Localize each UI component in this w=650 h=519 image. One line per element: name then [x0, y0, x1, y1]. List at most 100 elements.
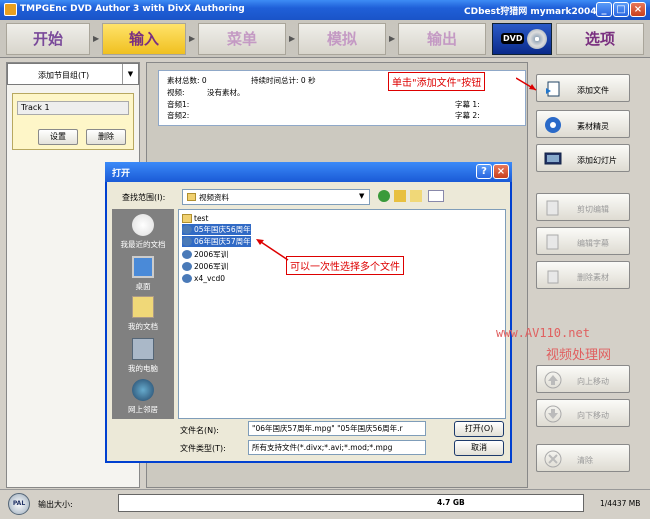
- subtitle2-label: 字幕 2:: [455, 111, 480, 120]
- video-file-icon: [182, 274, 192, 283]
- help-button[interactable]: ?: [476, 164, 492, 179]
- cut-edit-button[interactable]: 剪切编辑: [536, 193, 630, 221]
- audio2-label: 音频2:: [167, 111, 190, 120]
- edit-subtitle-button[interactable]: 编辑字幕: [536, 227, 630, 255]
- filetype-select[interactable]: 所有支持文件(*.divx;*.avi;*.mod;*.mpg: [248, 440, 426, 455]
- tab-input[interactable]: 输入: [102, 23, 186, 55]
- close-button[interactable]: ×: [630, 2, 646, 17]
- audio1-label: 音频1:: [167, 100, 190, 109]
- video-file-icon: [182, 225, 192, 234]
- track-name-field[interactable]: Track 1: [17, 101, 129, 115]
- clip-wizard-button[interactable]: 素材精灵: [536, 110, 630, 138]
- recent-documents-icon: [132, 214, 154, 236]
- video-file-icon: [182, 262, 192, 271]
- output-size-bar: 4.7 GB: [118, 494, 584, 512]
- slideshow-icon: [544, 152, 562, 165]
- clips-count: 素材总数: 0: [167, 76, 207, 85]
- brand-text: CDbest狩猎网 mymark2004: [464, 7, 597, 17]
- output-size-label: 输出大小:: [38, 500, 73, 509]
- subtitle1-label: 字幕 1:: [455, 100, 480, 109]
- dialog-title: 打开: [112, 169, 131, 179]
- tab-output[interactable]: 输出: [398, 23, 486, 55]
- filename-label: 文件名(N):: [180, 426, 219, 435]
- desktop-icon: [132, 256, 154, 278]
- my-documents-icon: [132, 296, 154, 318]
- video-value: 没有素材。: [207, 88, 245, 97]
- tab-preview[interactable]: 模拟: [298, 23, 386, 55]
- tab-menu[interactable]: 菜单: [198, 23, 286, 55]
- duration-total: 持续时间总计: 0 秒: [251, 76, 316, 85]
- step-arrow-icon: ▶: [389, 34, 396, 43]
- place-recent[interactable]: 我最近的文档: [112, 214, 174, 250]
- title-bar: TMPGEnc DVD Author 3 with DivX Authoring…: [0, 0, 650, 20]
- view-menu-icon[interactable]: [428, 190, 444, 202]
- new-folder-icon[interactable]: [410, 190, 422, 202]
- delete-clip-button[interactable]: 删除素材: [536, 261, 630, 289]
- add-file-icon: [546, 81, 560, 97]
- subtitle-icon: [546, 234, 559, 250]
- place-my-computer[interactable]: 我的电脑: [112, 338, 174, 374]
- move-up-button[interactable]: 向上移动: [536, 365, 630, 393]
- look-in-select[interactable]: 视频资料 ▼: [182, 189, 370, 205]
- watermark-name: 视频处理网: [546, 348, 612, 363]
- step-arrow-icon: ▶: [93, 34, 100, 43]
- trash-icon: [547, 270, 559, 284]
- add-slideshow-button[interactable]: 添加幻灯片: [536, 144, 630, 172]
- clear-icon: [544, 450, 562, 468]
- tab-options[interactable]: 选项: [556, 23, 644, 55]
- add-title-select[interactable]: 添加节目组(T) ▼: [7, 63, 139, 85]
- window-title: TMPGEnc DVD Author 3 with DivX Authoring: [20, 4, 245, 14]
- look-in-label: 查找范围(I):: [122, 193, 166, 202]
- place-desktop[interactable]: 桌面: [112, 256, 174, 292]
- capacity-label: 4.7 GB: [437, 498, 465, 507]
- move-down-button[interactable]: 向下移动: [536, 399, 630, 427]
- disc-icon: [527, 29, 547, 49]
- clear-button[interactable]: 清除: [536, 444, 630, 472]
- filename-input[interactable]: "06年国庆57周年.mpg" "05年国庆56周年.r: [248, 421, 426, 436]
- folder-icon: [182, 214, 192, 223]
- dialog-close-button[interactable]: ×: [493, 164, 509, 179]
- step-arrow-icon: ▶: [289, 34, 296, 43]
- settings-button[interactable]: 设置: [38, 129, 78, 145]
- place-my-documents[interactable]: 我的文档: [112, 296, 174, 332]
- video-file-icon: [182, 237, 192, 246]
- hint-arrow: [516, 77, 537, 91]
- chevron-down-icon[interactable]: ▼: [122, 64, 138, 84]
- video-label: 视频:: [167, 88, 185, 97]
- app-icon: [4, 3, 17, 16]
- folder-icon: [187, 193, 196, 201]
- place-network[interactable]: 网上邻居: [112, 379, 174, 415]
- add-file-hint: 单击"添加文件"按钮: [388, 72, 486, 91]
- list-item[interactable]: 2006军训: [182, 249, 228, 260]
- my-computer-icon: [132, 338, 154, 360]
- tab-start[interactable]: 开始: [6, 23, 90, 55]
- list-item[interactable]: 06年国庆57周年: [182, 236, 251, 247]
- dialog-title-bar: 打开 ? ×: [105, 162, 512, 182]
- video-file-icon: [182, 250, 192, 259]
- maximize-button[interactable]: □: [613, 2, 629, 17]
- list-item[interactable]: test: [182, 213, 208, 224]
- list-item[interactable]: 2006军训: [182, 261, 228, 272]
- network-icon: [132, 379, 154, 401]
- delete-track-button[interactable]: 删除: [86, 129, 126, 145]
- wizard-disc-icon: [545, 117, 561, 133]
- hint-arrow: [256, 239, 289, 261]
- cancel-button[interactable]: 取消: [454, 440, 504, 456]
- step-nav: 开始 ▶ 输入 ▶ 菜单 ▶ 模拟 ▶ 输出 DVD 选项: [0, 20, 650, 58]
- list-item[interactable]: 05年国庆56周年: [182, 224, 251, 235]
- open-button[interactable]: 打开(O): [454, 421, 504, 437]
- back-icon[interactable]: [378, 190, 390, 202]
- step-arrow-icon: ▶: [189, 34, 196, 43]
- arrow-down-icon: [544, 405, 562, 423]
- cut-edit-icon: [546, 200, 559, 216]
- minimize-button[interactable]: _: [596, 2, 612, 17]
- arrow-up-icon: [544, 371, 562, 389]
- dvd-logo: DVD: [492, 23, 552, 55]
- add-file-button[interactable]: 添加文件: [536, 74, 630, 102]
- list-item[interactable]: x4_vcd0: [182, 273, 225, 284]
- chevron-down-icon[interactable]: ▼: [359, 192, 364, 200]
- pal-badge: PAL: [8, 493, 30, 515]
- file-list[interactable]: test 05年国庆56周年 06年国庆57周年 2006军训 2006军训 x…: [178, 209, 506, 419]
- watermark-url: www.AV110.net: [496, 326, 590, 340]
- up-folder-icon[interactable]: [394, 190, 406, 202]
